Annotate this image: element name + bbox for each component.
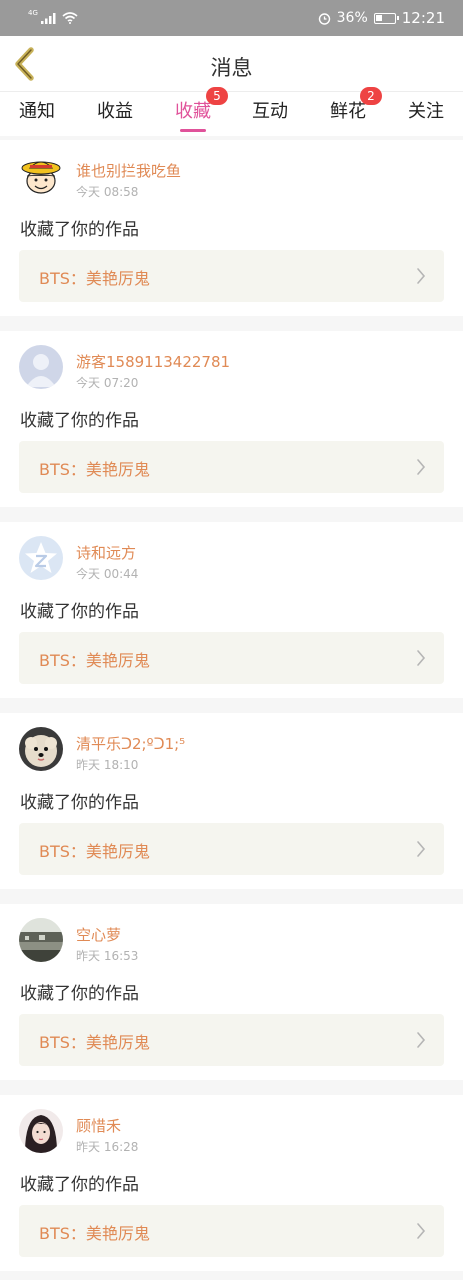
work-title: BTS：美艳厉鬼: [39, 460, 150, 479]
top-bar: 消息: [0, 36, 463, 92]
work-title: BTS：美艳厉鬼: [39, 1033, 150, 1052]
alarm-icon: [318, 12, 330, 25]
message-card: 谁也别拦我吃鱼 今天 08:58 收藏了你的作品 BTS：美艳厉鬼: [0, 140, 463, 316]
username[interactable]: 顾惜禾: [76, 1115, 121, 1136]
status-left: 4G: [28, 9, 78, 27]
status-right: 36% 12:21: [318, 9, 445, 27]
timestamp: 昨天 16:28: [76, 1140, 139, 1154]
message-card: 游客1589113422781 今天 07:20 收藏了你的作品 BTS：美艳厉…: [0, 331, 463, 507]
tab-bar: 通知 收益 收藏 5 互动 鲜花 2 关注: [0, 87, 463, 136]
username[interactable]: 诗和远方: [76, 542, 136, 563]
action-text: 收藏了你的作品: [20, 1175, 139, 1195]
username[interactable]: 空心萝: [76, 924, 121, 945]
chevron-right-icon: [417, 1223, 426, 1239]
tab-flowers[interactable]: 鲜花 2: [316, 87, 382, 136]
battery-percent: 36%: [336, 10, 368, 26]
message-card: 清平乐ᑐ2;ºᑐ1;⁵ 昨天 18:10 收藏了你的作品 BTS：美艳厉鬼: [0, 713, 463, 889]
username[interactable]: 谁也别拦我吃鱼: [76, 160, 181, 181]
chevron-right-icon: [417, 459, 426, 475]
message-card: 空心萝 昨天 16:53 收藏了你的作品 BTS：美艳厉鬼: [0, 904, 463, 1080]
tab-label: 关注: [408, 101, 444, 122]
work-title: BTS：美艳厉鬼: [39, 1224, 150, 1243]
timestamp: 今天 07:20: [76, 376, 139, 390]
battery-icon: [373, 12, 399, 24]
work-link[interactable]: BTS：美艳厉鬼: [19, 632, 444, 684]
timestamp: 昨天 16:53: [76, 949, 139, 963]
tab-label: 收益: [97, 101, 133, 122]
tab-follows[interactable]: 关注: [394, 92, 458, 136]
action-text: 收藏了你的作品: [20, 220, 139, 240]
work-title: BTS：美艳厉鬼: [39, 269, 150, 288]
work-link[interactable]: BTS：美艳厉鬼: [19, 1205, 444, 1257]
username[interactable]: 游客1589113422781: [76, 351, 230, 372]
tab-label: 互动: [252, 101, 288, 122]
work-link[interactable]: BTS：美艳厉鬼: [19, 823, 444, 875]
timestamp: 今天 00:44: [76, 567, 139, 581]
clock: 12:21: [401, 9, 445, 27]
work-link[interactable]: BTS：美艳厉鬼: [19, 1014, 444, 1066]
chevron-right-icon: [417, 268, 426, 284]
signal-icon: [40, 13, 56, 24]
tab-interactions[interactable]: 互动: [238, 92, 302, 136]
landscape-photo-avatar-icon[interactable]: [19, 918, 63, 962]
active-tab-indicator: [180, 129, 206, 132]
cartoon-straw-hat-avatar-icon[interactable]: [19, 154, 63, 198]
network-type: 4G: [28, 9, 38, 17]
tab-badge: 5: [206, 87, 228, 105]
work-title: BTS：美艳厉鬼: [39, 842, 150, 861]
message-card: 诗和远方 今天 00:44 收藏了你的作品 BTS：美艳厉鬼: [0, 522, 463, 698]
work-title: BTS：美艳厉鬼: [39, 651, 150, 670]
action-text: 收藏了你的作品: [20, 602, 139, 622]
page-title: 消息: [210, 56, 253, 80]
tab-badge: 2: [360, 87, 382, 105]
default-user-avatar-icon[interactable]: [19, 345, 63, 389]
wifi-icon: [62, 12, 78, 24]
tab-earnings[interactable]: 收益: [83, 92, 147, 136]
star-logo-avatar-icon[interactable]: [19, 536, 63, 580]
action-text: 收藏了你的作品: [20, 411, 139, 431]
timestamp: 昨天 18:10: [76, 758, 139, 772]
work-link[interactable]: BTS：美艳厉鬼: [19, 250, 444, 302]
tab-favorites[interactable]: 收藏 5: [161, 87, 228, 136]
chevron-right-icon: [417, 1032, 426, 1048]
action-text: 收藏了你的作品: [20, 984, 139, 1004]
tab-label: 通知: [19, 101, 55, 122]
chevron-right-icon: [417, 841, 426, 857]
username[interactable]: 清平乐ᑐ2;ºᑐ1;⁵: [76, 733, 185, 754]
status-bar: 4G 36% 12:21: [0, 0, 463, 36]
timestamp: 今天 08:58: [76, 185, 139, 199]
tab-notifications[interactable]: 通知: [5, 92, 69, 136]
work-link[interactable]: BTS：美艳厉鬼: [19, 441, 444, 493]
chevron-right-icon: [417, 650, 426, 666]
action-text: 收藏了你的作品: [20, 793, 139, 813]
portrait-photo-avatar-icon[interactable]: [19, 1109, 63, 1153]
message-card: 顾惜禾 昨天 16:28 收藏了你的作品 BTS：美艳厉鬼: [0, 1095, 463, 1271]
puppy-photo-avatar-icon[interactable]: [19, 727, 63, 771]
